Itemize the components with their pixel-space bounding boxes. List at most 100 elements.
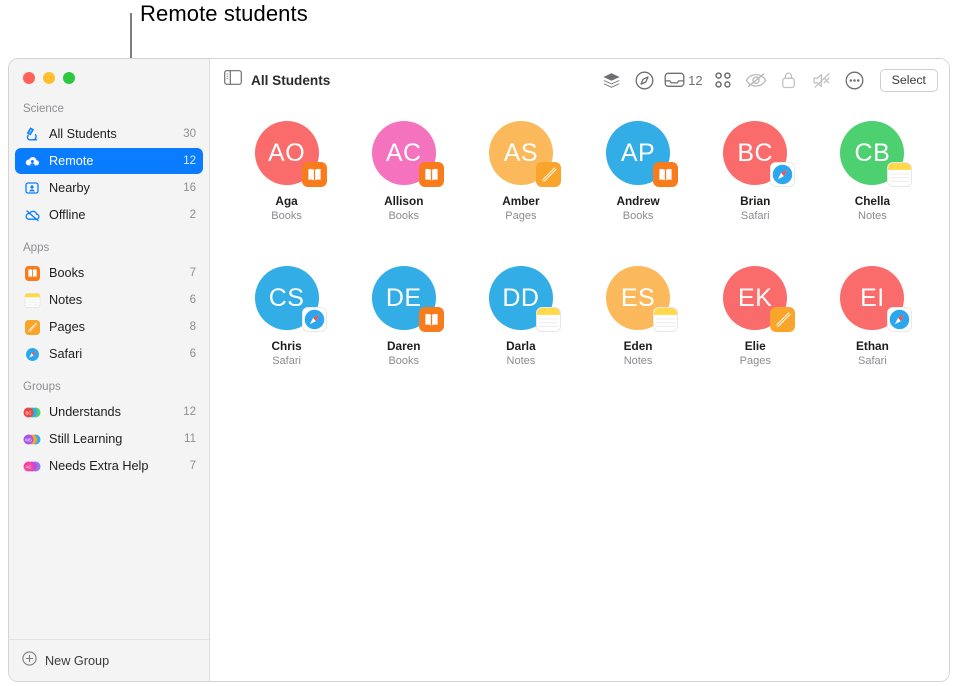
student-cell[interactable]: EI Ethan Safari: [814, 258, 931, 403]
new-group-label: New Group: [45, 653, 110, 668]
student-cell[interactable]: DE Daren Books: [345, 258, 462, 403]
notes-app-icon: [23, 291, 41, 309]
safari-app-icon: [23, 345, 41, 363]
student-name: Eden: [623, 339, 653, 353]
sidebar-item-label: Pages: [49, 320, 85, 334]
student-name: Brian: [740, 194, 771, 208]
lock-screen-icon[interactable]: [776, 67, 802, 93]
student-cell[interactable]: AS Amber Pages: [462, 113, 579, 258]
sidebar-item-count: 6: [189, 348, 196, 360]
sidebar-item-count: 7: [189, 267, 196, 279]
student-app: Pages: [739, 355, 771, 367]
sidebar-item-safari[interactable]: Safari 6: [15, 341, 203, 367]
app-window: Science All Students 30 Remote 12 Nearby…: [8, 58, 950, 682]
student-app: Books: [388, 210, 420, 222]
avatar-wrap: EI: [840, 266, 913, 332]
student-cell[interactable]: DD Darla Notes: [462, 258, 579, 403]
sidebar-item-needs-extra-help[interactable]: AC Needs Extra Help 7: [15, 453, 203, 479]
sidebar-item-label: All Students: [49, 127, 117, 141]
main-content: All Students 12 Select AO Aga Books AC A…: [210, 59, 949, 681]
student-grid: AO Aga Books AC Allison Books AS Amber P…: [210, 101, 949, 681]
screens-layers-icon[interactable]: [598, 67, 624, 93]
student-cell[interactable]: AC Allison Books: [345, 113, 462, 258]
sidebar-item-pages[interactable]: Pages 8: [15, 314, 203, 340]
student-name: Elie: [744, 339, 766, 353]
sidebar-section-apps-header: Apps: [23, 242, 50, 254]
zoom-button[interactable]: [63, 72, 75, 84]
student-cell[interactable]: CS Chris Safari: [228, 258, 345, 403]
hide-screen-icon[interactable]: [743, 67, 769, 93]
pages-app-icon: [23, 318, 41, 336]
mute-icon[interactable]: [809, 67, 835, 93]
sidebar-item-remote[interactable]: Remote 12: [15, 148, 203, 174]
student-name: Aga: [275, 194, 298, 208]
student-cell[interactable]: AO Aga Books: [228, 113, 345, 258]
more-ellipsis-icon[interactable]: [842, 67, 868, 93]
sidebar-item-count: 11: [184, 433, 196, 445]
grid-view-icon[interactable]: [710, 67, 736, 93]
new-group-button[interactable]: New Group: [9, 639, 209, 681]
student-app: Notes: [506, 355, 536, 367]
student-app: Notes: [623, 355, 653, 367]
callout-label: Remote students: [140, 1, 308, 26]
select-button[interactable]: Select: [879, 68, 938, 92]
student-name: Daren: [387, 339, 421, 353]
app-badge-icon: [301, 307, 327, 332]
sidebar-item-count: 30: [183, 128, 196, 140]
sidebar-item-nearby[interactable]: Nearby 16: [15, 175, 203, 201]
sidebar-item-all-students[interactable]: All Students 30: [15, 121, 203, 147]
sidebar-item-count: 12: [183, 406, 196, 418]
sidebar-item-offline[interactable]: Offline 2: [15, 202, 203, 228]
close-button[interactable]: [23, 72, 35, 84]
avatar-wrap: EK: [723, 266, 796, 332]
avatar-wrap: AS: [488, 121, 561, 187]
microscope-icon: [23, 125, 41, 143]
plus-circle-icon: [22, 650, 37, 671]
sidebar-section-groups-header: Groups: [23, 381, 61, 393]
app-badge-icon: [418, 307, 444, 332]
app-badge-icon: [535, 162, 561, 187]
sidebar-item-books[interactable]: Books 7: [15, 260, 203, 286]
svg-text:MS: MS: [25, 437, 32, 442]
toolbar: All Students 12 Select: [210, 59, 949, 101]
student-name: Amber: [502, 194, 540, 208]
sidebar-item-understands[interactable]: BC Understands 12: [15, 399, 203, 425]
student-name: Ethan: [856, 339, 889, 353]
sidebar-item-label: Understands: [49, 405, 121, 419]
student-name: Darla: [506, 339, 536, 353]
app-badge-icon: [653, 162, 679, 187]
sidebar-toggle-icon[interactable]: [224, 70, 242, 90]
student-cell[interactable]: BC Brian Safari: [697, 113, 814, 258]
student-app: Books: [622, 210, 654, 222]
app-badge-icon: [770, 162, 796, 187]
sidebar-item-still-learning[interactable]: MS Still Learning 11: [15, 426, 203, 452]
app-badge-icon: [535, 307, 561, 332]
avatar-wrap: AP: [606, 121, 679, 187]
avatar-wrap: BC: [723, 121, 796, 187]
group-avatars-icon: BC: [23, 403, 41, 421]
student-app: Books: [271, 210, 302, 222]
student-cell[interactable]: AP Andrew Books: [579, 113, 696, 258]
sidebar-item-label: Nearby: [49, 181, 90, 195]
minimize-button[interactable]: [43, 72, 55, 84]
app-badge-icon: [887, 162, 913, 187]
page-title: All Students: [251, 72, 331, 88]
app-badge-icon: [653, 307, 679, 332]
student-app: Books: [388, 355, 420, 367]
group-avatars-icon: AC: [23, 457, 41, 475]
sidebar-item-label: Notes: [49, 293, 83, 307]
student-app: Pages: [505, 210, 537, 222]
sidebar-item-count: 12: [183, 155, 196, 167]
avatar-wrap: CB: [840, 121, 913, 187]
inbox-icon[interactable]: 12: [664, 67, 703, 93]
svg-text:AC: AC: [25, 464, 31, 469]
student-cell[interactable]: EK Elie Pages: [697, 258, 814, 403]
app-badge-icon: [770, 307, 796, 332]
student-cell[interactable]: ES Eden Notes: [579, 258, 696, 403]
sidebar-section-science-header: Science: [23, 103, 64, 115]
student-cell[interactable]: CB Chella Notes: [814, 113, 931, 258]
app-badge-icon: [301, 162, 327, 187]
sidebar-item-count: 16: [183, 182, 196, 194]
sidebar-item-notes[interactable]: Notes 6: [15, 287, 203, 313]
navigate-compass-icon[interactable]: [631, 67, 657, 93]
